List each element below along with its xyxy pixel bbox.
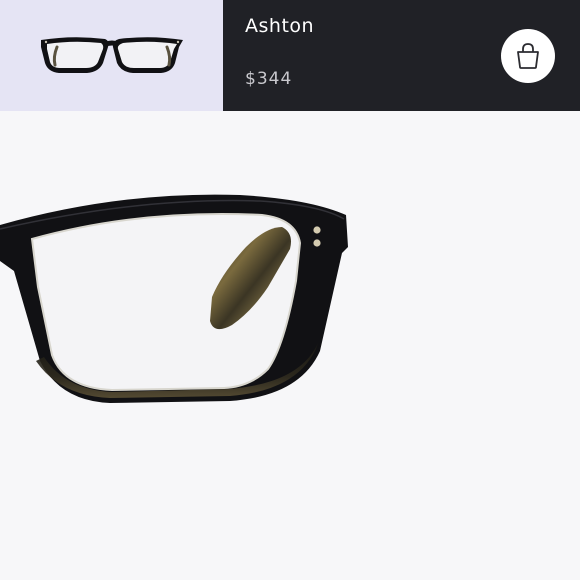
glasses-thumbnail-image [40, 36, 183, 73]
glasses-closeup-image [0, 194, 348, 403]
add-to-bag-button[interactable] [501, 29, 555, 83]
product-hero-image [0, 111, 580, 580]
product-name: Ashton [245, 15, 315, 37]
product-header: Ashton $344 [0, 0, 580, 111]
product-page: Ashton $344 [0, 0, 580, 580]
product-info: Ashton $344 [223, 0, 580, 111]
shopping-bag-icon [517, 43, 539, 69]
product-price: $344 [245, 69, 293, 89]
product-thumbnail[interactable] [0, 0, 223, 111]
